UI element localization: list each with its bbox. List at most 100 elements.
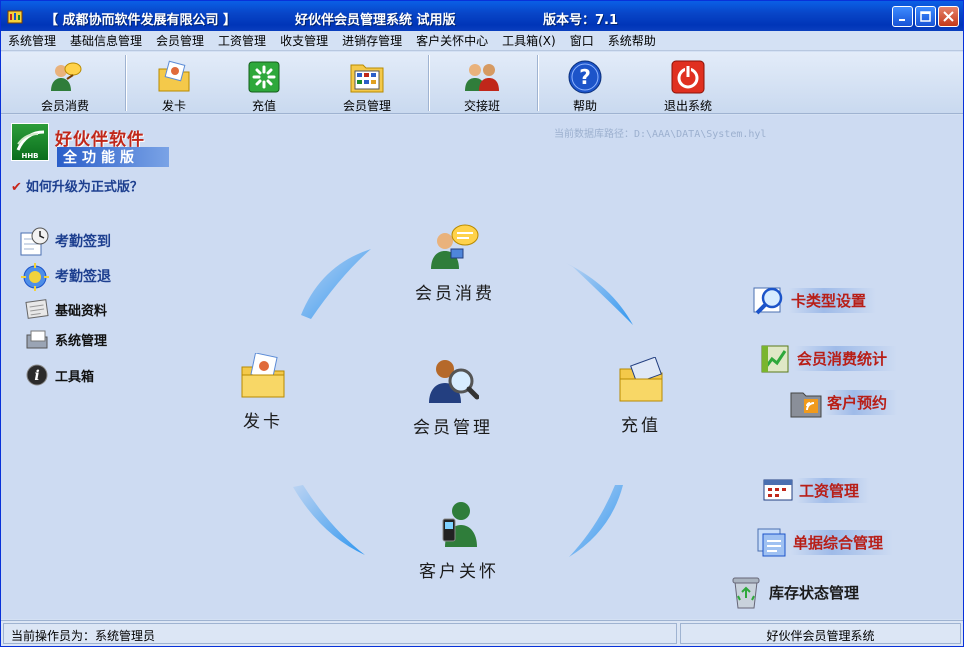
menu-help[interactable]: 系统帮助 (601, 32, 663, 49)
center-member-manage[interactable]: 会员管理 (413, 353, 493, 438)
toolbar-separator (537, 55, 539, 111)
stats-icon (757, 339, 795, 377)
right-link-inventory[interactable]: 库存状态管理 (727, 573, 859, 611)
title-bar: 【 成都协而软件发展有限公司 】 好伙伴会员管理系统 试用版 版本号：7.1 (1, 1, 963, 31)
left-link-label: 考勤签到 (55, 234, 111, 250)
center-member-consume[interactable]: 会员消费 (415, 219, 495, 304)
left-link-label: 系统管理 (55, 333, 108, 349)
toolbar-label: 会员消费 (40, 99, 89, 113)
inventory-icon (727, 573, 765, 611)
toolbar-label: 充值 (251, 99, 276, 113)
minimize-button[interactable] (892, 6, 913, 27)
center-customer-care[interactable]: 客户关怀 (419, 497, 499, 582)
center-issue-card-label: 发卡 (243, 412, 283, 432)
center-recharge-icon (615, 355, 667, 405)
right-link-label: 客户预约 (825, 389, 898, 415)
menu-toolbox[interactable]: 工具箱(X) (495, 32, 563, 49)
menu-bar: 系统管理 基础信息管理 会员管理 工资管理 收支管理 进销存管理 客户关怀中心 … (1, 31, 963, 51)
documents-icon (753, 523, 791, 561)
title-version: 版本号：7.1 (543, 13, 619, 28)
toolbar: 会员消费 发卡 充值 会员管理 交接班 ? 帮助 退出系统 (1, 52, 963, 114)
right-link-label: 卡类型设置 (789, 287, 877, 313)
member-manage-icon (349, 59, 385, 95)
toolbar-label: 帮助 (572, 99, 597, 113)
app-window: 【 成都协而软件发展有限公司 】 好伙伴会员管理系统 试用版 版本号：7.1 系… (0, 0, 964, 647)
exit-icon (670, 59, 706, 95)
left-link-basic-data[interactable]: 基础资料 (23, 295, 107, 323)
logo-mark: HHB (11, 123, 49, 161)
menu-system[interactable]: 系统管理 (1, 32, 63, 49)
menu-inventory[interactable]: 进销存管理 (335, 32, 409, 49)
close-icon (943, 11, 954, 22)
toolbar-issue-card[interactable]: 发卡 (134, 55, 214, 113)
main-panel: HHB 好伙伴软件 全功能版 ✔ 如何升级为正式版？ 当前数据库路径：D:\AAA… (1, 115, 963, 619)
center-issue-card[interactable]: 发卡 (237, 351, 289, 432)
left-link-clock-in[interactable]: 考勤签到 (19, 225, 111, 257)
logo-mark-text: HHB (21, 152, 38, 160)
member-consume-icon (47, 59, 83, 95)
status-bar: 当前操作员为：系统管理员 好伙伴会员管理系统 (1, 620, 963, 646)
arc-bottom-right (569, 485, 623, 557)
title-system: 好伙伴会员管理系统 试用版 (295, 13, 456, 28)
arc-bottom-left (293, 485, 365, 555)
right-link-label: 单据综合管理 (791, 529, 894, 555)
right-link-salary[interactable]: 工资管理 (759, 471, 870, 509)
system-manage-icon (23, 325, 51, 353)
left-link-label: 基础资料 (55, 303, 108, 319)
toolbar-separator (428, 55, 430, 111)
center-member-manage-label: 会员管理 (413, 418, 493, 438)
toolbar-label: 发卡 (161, 99, 186, 113)
right-link-label: 库存状态管理 (769, 583, 860, 602)
appointment-icon (787, 383, 825, 421)
toolbar-member-manage[interactable]: 会员管理 (327, 55, 407, 113)
right-link-label: 会员消费统计 (795, 345, 898, 371)
right-link-appointment[interactable]: 客户预约 (787, 383, 898, 421)
app-icon[interactable] (7, 8, 23, 24)
left-link-toolbox[interactable]: i 工具箱 (23, 361, 94, 389)
basic-data-icon (23, 295, 51, 323)
right-link-label: 工资管理 (797, 477, 870, 503)
card-type-icon (751, 281, 789, 319)
maximize-button[interactable] (915, 6, 936, 27)
maximize-icon (920, 11, 931, 22)
toolbar-label: 退出系统 (663, 99, 712, 113)
toolbar-shift-handover[interactable]: 交接班 (442, 55, 522, 113)
center-customer-care-icon (431, 497, 487, 551)
left-link-system-manage[interactable]: 系统管理 (23, 325, 107, 353)
center-member-manage-icon (425, 353, 481, 407)
center-issue-card-icon (237, 351, 289, 401)
recharge-icon (246, 59, 282, 95)
salary-icon (759, 471, 797, 509)
menu-basic-info[interactable]: 基础信息管理 (63, 32, 149, 49)
toolbar-help[interactable]: ? 帮助 (545, 55, 625, 113)
menu-salary[interactable]: 工资管理 (211, 32, 273, 49)
toolbar-recharge[interactable]: 充值 (224, 55, 304, 113)
checkmark-icon: ✔ (11, 180, 22, 195)
toolbar-label: 交接班 (463, 99, 500, 113)
center-member-consume-label: 会员消费 (415, 284, 495, 304)
minimize-icon (898, 18, 905, 21)
menu-window[interactable]: 窗口 (563, 32, 601, 49)
close-button[interactable] (938, 6, 959, 27)
right-link-card-type[interactable]: 卡类型设置 (751, 281, 877, 319)
issue-card-icon (156, 59, 192, 95)
menu-income-expense[interactable]: 收支管理 (273, 32, 335, 49)
help-icon: ? (567, 59, 603, 95)
svg-text:?: ? (579, 65, 591, 89)
right-link-consume-stats[interactable]: 会员消费统计 (757, 339, 898, 377)
svg-text:i: i (34, 368, 39, 384)
arc-top-right (566, 263, 633, 325)
menu-customer-care[interactable]: 客户关怀中心 (409, 32, 495, 49)
toolbar-exit[interactable]: 退出系统 (648, 55, 728, 113)
center-customer-care-label: 客户关怀 (419, 562, 499, 582)
left-link-clock-out[interactable]: 考勤签退 (19, 260, 111, 292)
center-recharge-label: 充值 (621, 416, 661, 436)
menu-member[interactable]: 会员管理 (149, 32, 211, 49)
right-link-documents[interactable]: 单据综合管理 (753, 523, 894, 561)
toolbar-member-consume[interactable]: 会员消费 (25, 55, 105, 113)
center-recharge[interactable]: 充值 (615, 355, 667, 436)
toolbar-separator (125, 55, 127, 111)
center-member-consume-icon (427, 219, 483, 273)
upgrade-link[interactable]: ✔ 如何升级为正式版？ (11, 176, 143, 195)
shift-handover-icon (464, 59, 500, 95)
